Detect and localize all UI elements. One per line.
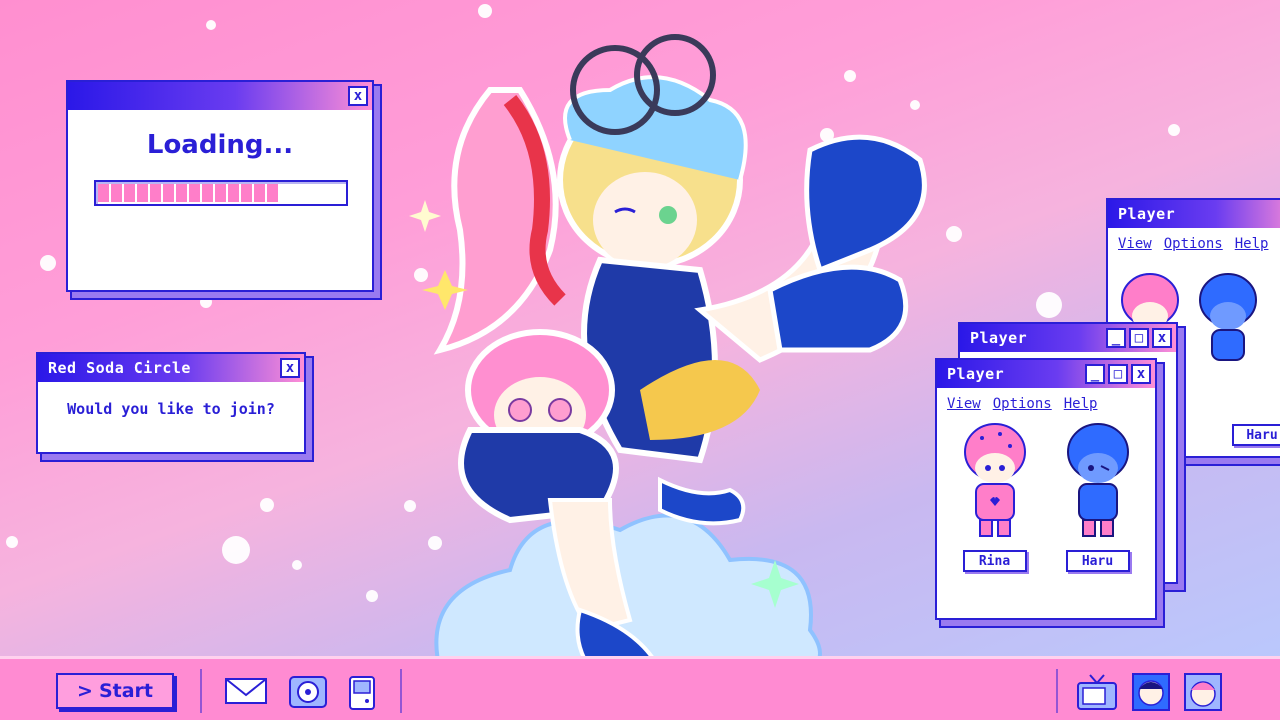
haru-sprite-icon: [1066, 423, 1129, 537]
start-label: Start: [98, 680, 153, 702]
player-window-front: Player _ □ x View Options Help Rina Haru: [935, 358, 1157, 620]
player-window-titlebar[interactable]: Player _ □ x: [960, 324, 1176, 352]
menu-view[interactable]: View: [947, 396, 981, 412]
progress-segment: [137, 184, 148, 202]
menu-options[interactable]: Options: [1164, 236, 1223, 252]
progress-bar: [94, 180, 348, 206]
character-rina: Rina: [960, 422, 1030, 572]
taskbar-divider: [200, 669, 202, 713]
join-dialog-titlebar[interactable]: Red Soda Circle x: [38, 354, 304, 382]
maximize-button[interactable]: □: [1129, 328, 1149, 348]
progress-segment: [111, 184, 122, 202]
progress-segment: [150, 184, 161, 202]
progress-segment: [267, 184, 278, 202]
start-button[interactable]: > Start: [56, 673, 174, 709]
progress-segment: [124, 184, 135, 202]
character-illustration: [409, 34, 927, 683]
player-window-titlebar[interactable]: Player _: [1108, 200, 1280, 228]
maximize-button[interactable]: □: [1108, 364, 1128, 384]
taskbar-divider: [1056, 669, 1058, 713]
character-haru: Haru: [1063, 422, 1133, 572]
loading-window: x Loading...: [66, 80, 374, 292]
haru-sprite-icon: [1199, 273, 1257, 361]
taskbar-divider: [400, 669, 402, 713]
close-button[interactable]: x: [348, 86, 368, 106]
player-window-title: Player: [947, 365, 1005, 383]
cd-player-icon[interactable]: [288, 675, 328, 709]
player-window-title: Player: [1118, 205, 1176, 223]
close-button[interactable]: x: [280, 358, 300, 378]
progress-segment: [189, 184, 200, 202]
mail-icon[interactable]: [224, 675, 268, 707]
rina-sprite-icon: [963, 423, 1026, 537]
progress-segment: [254, 184, 265, 202]
progress-segment: [228, 184, 239, 202]
join-dialog-message: Would you like to join?: [67, 400, 275, 418]
player-window-titlebar[interactable]: Player _ □ x: [937, 360, 1155, 388]
menu-view[interactable]: View: [1118, 236, 1152, 252]
menu-help[interactable]: Help: [1235, 236, 1269, 252]
progress-bar-fill: [98, 184, 278, 202]
tv-icon[interactable]: [1076, 673, 1118, 711]
join-dialog-title: Red Soda Circle: [48, 359, 191, 377]
loading-window-titlebar[interactable]: x: [68, 82, 372, 110]
avatar-rina-icon[interactable]: [1184, 673, 1222, 711]
progress-segment: [163, 184, 174, 202]
start-arrow-icon: >: [77, 680, 93, 702]
taskbar: > Start: [0, 656, 1280, 720]
progress-segment: [176, 184, 187, 202]
loading-text: Loading...: [146, 130, 294, 160]
close-button[interactable]: x: [1152, 328, 1172, 348]
minimize-button[interactable]: _: [1085, 364, 1105, 384]
select-haru-button[interactable]: Haru: [1065, 550, 1130, 572]
player-window-title: Player: [970, 329, 1028, 347]
gameboy-icon[interactable]: [348, 675, 376, 711]
avatar-haru-icon[interactable]: [1132, 673, 1170, 711]
menu-help[interactable]: Help: [1064, 396, 1098, 412]
progress-segment: [215, 184, 226, 202]
progress-segment: [98, 184, 109, 202]
progress-segment: [241, 184, 252, 202]
select-rina-button[interactable]: Rina: [962, 550, 1027, 572]
close-button[interactable]: x: [1131, 364, 1151, 384]
progress-segment: [202, 184, 213, 202]
join-dialog-window: Red Soda Circle x Would you like to join…: [36, 352, 306, 454]
minimize-button[interactable]: _: [1106, 328, 1126, 348]
menu-options[interactable]: Options: [993, 396, 1052, 412]
select-haru-button-back[interactable]: Haru: [1232, 424, 1280, 446]
